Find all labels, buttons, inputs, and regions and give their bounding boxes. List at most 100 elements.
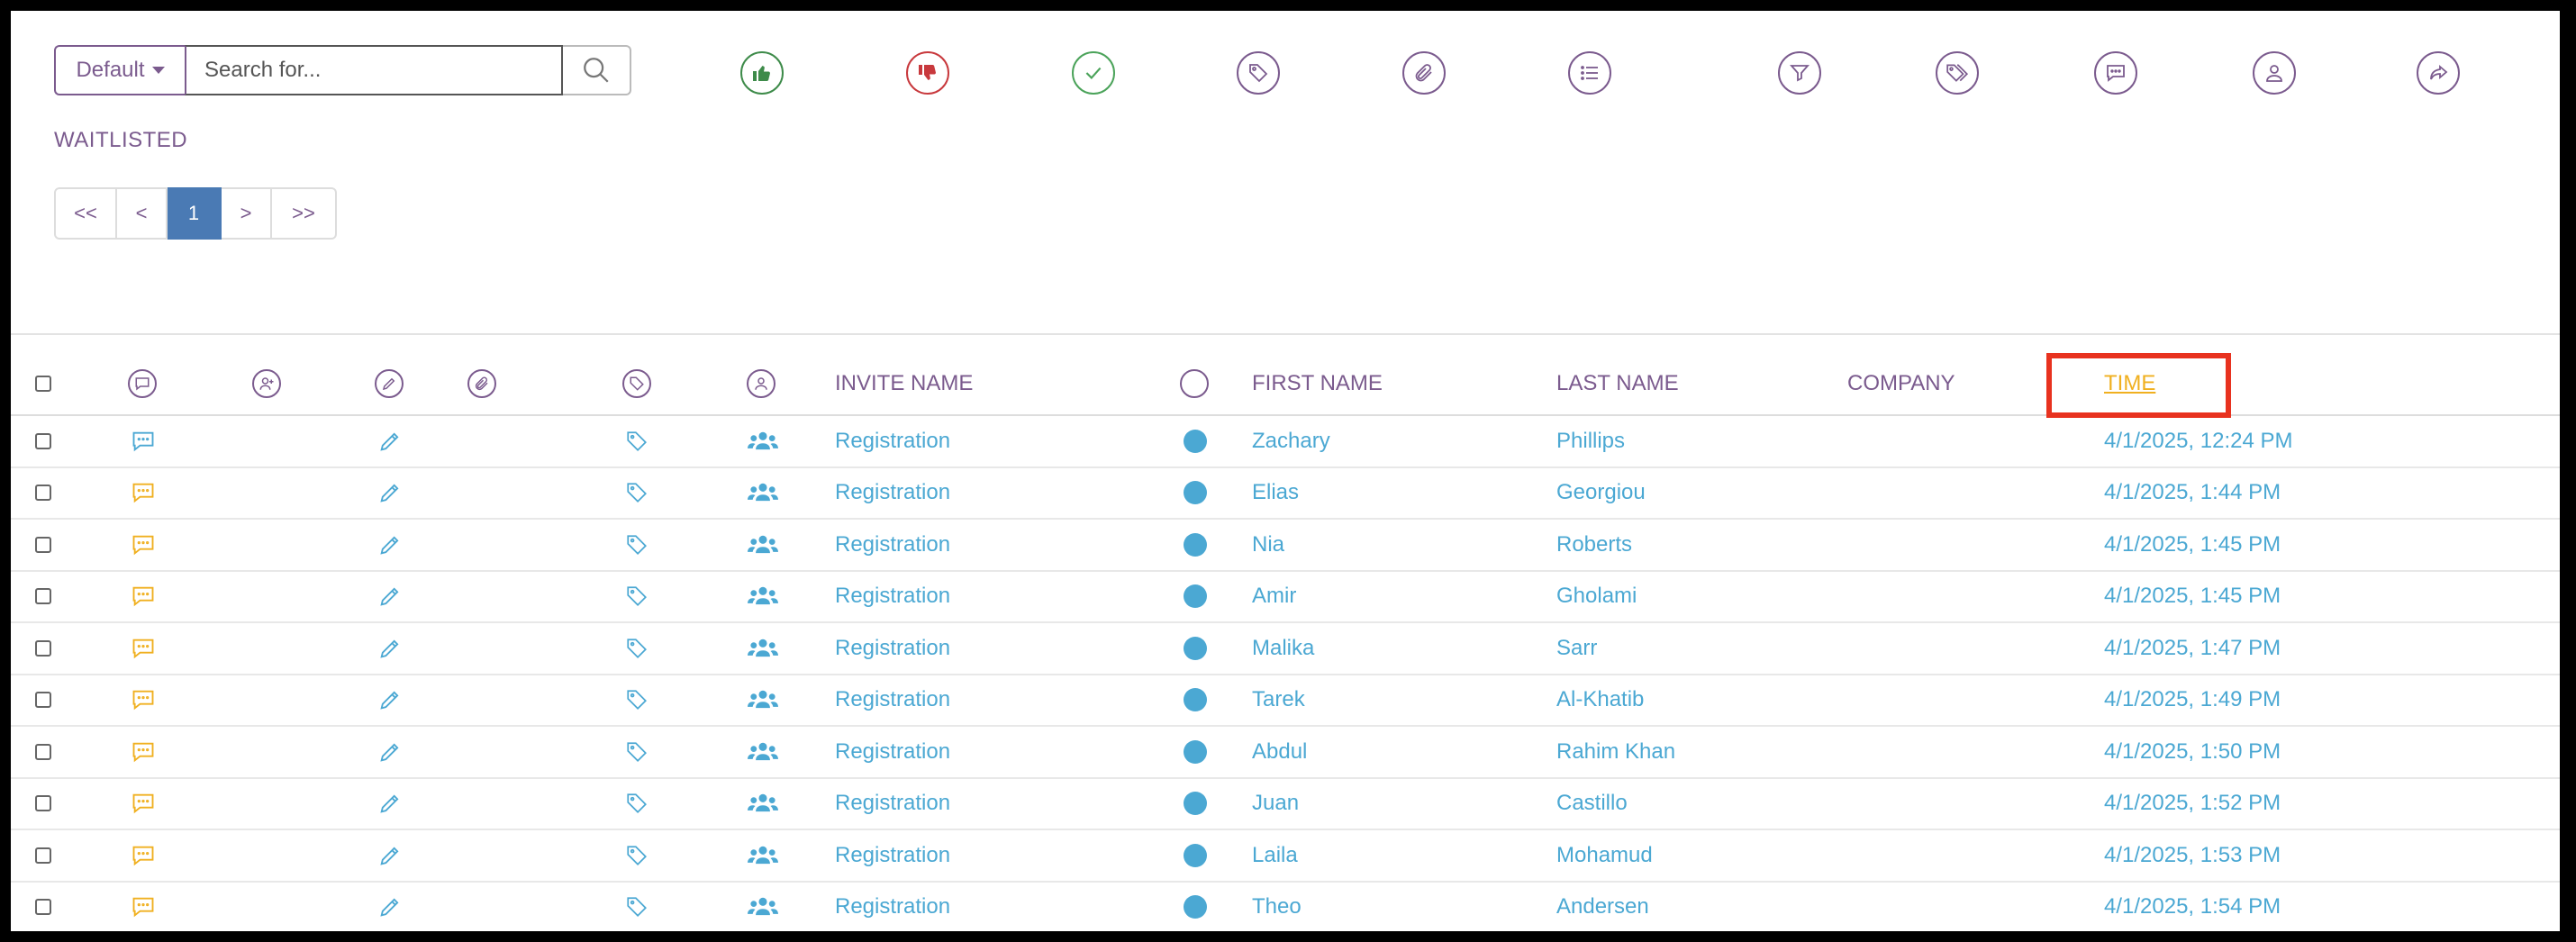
column-header-first-name[interactable]: FIRST NAME [1252, 371, 1383, 396]
last-name-link[interactable]: Rahim Khan [1556, 739, 1675, 765]
edit-pencil-icon[interactable] [377, 894, 403, 919]
group-users-icon[interactable] [748, 791, 778, 816]
last-name-link[interactable]: Andersen [1556, 894, 1649, 919]
edit-pencil-icon[interactable] [377, 480, 403, 505]
table-row[interactable]: Registration Nia Roberts 4/1/2025, 1:45 PM [11, 520, 2560, 572]
search-button[interactable] [563, 45, 631, 95]
group-users-icon[interactable] [748, 894, 778, 919]
table-row[interactable]: Registration Malika Sarr 4/1/2025, 1:47 PM [11, 623, 2560, 675]
first-name-link[interactable]: Amir [1252, 584, 1296, 609]
column-header-last-name[interactable]: LAST NAME [1556, 371, 1679, 396]
edit-pencil-icon[interactable] [377, 739, 403, 765]
first-name-link[interactable]: Elias [1252, 480, 1299, 505]
invite-name-link[interactable]: Registration [835, 791, 950, 816]
invite-name-link[interactable]: Registration [835, 739, 950, 765]
filter-icon[interactable] [1778, 51, 1821, 95]
edit-pencil-icon[interactable] [377, 843, 403, 868]
thumbs-down-icon[interactable] [906, 51, 949, 95]
edit-pencil-icon[interactable] [377, 584, 403, 609]
row-checkbox[interactable] [35, 639, 51, 657]
time-link[interactable]: 4/1/2025, 1:49 PM [2104, 687, 2281, 712]
tag-icon[interactable] [625, 792, 649, 815]
table-row[interactable]: Registration Theo Andersen 4/1/2025, 1:54 P… [11, 883, 2560, 932]
paperclip-icon[interactable] [1402, 51, 1446, 95]
edit-pencil-icon[interactable] [377, 532, 403, 557]
group-users-icon[interactable] [748, 532, 778, 557]
edit-pencil-icon[interactable] [377, 687, 403, 712]
comment-icon[interactable] [2094, 51, 2137, 95]
check-icon[interactable] [1072, 51, 1115, 95]
group-users-icon[interactable] [748, 843, 778, 868]
edit-pencil-icon[interactable] [377, 791, 403, 816]
table-row[interactable]: Registration Laila Mohamud 4/1/2025, 1:53 P… [11, 830, 2560, 883]
page-current-button[interactable]: 1 [168, 187, 222, 240]
edit-pencil-icon[interactable] [377, 636, 403, 661]
comment-icon[interactable] [131, 687, 156, 712]
comment-icon[interactable] [131, 791, 156, 816]
search-input[interactable] [185, 45, 563, 95]
invite-name-link[interactable]: Registration [835, 687, 950, 712]
last-name-link[interactable]: Roberts [1556, 532, 1632, 557]
comment-icon[interactable] [131, 636, 156, 661]
time-link[interactable]: 4/1/2025, 1:52 PM [2104, 791, 2281, 816]
comment-icon[interactable] [131, 843, 156, 868]
last-name-link[interactable]: Sarr [1556, 636, 1597, 661]
comment-icon[interactable] [131, 480, 156, 505]
row-checkbox[interactable] [35, 795, 51, 812]
user-icon[interactable] [2253, 51, 2296, 95]
first-name-link[interactable]: Malika [1252, 636, 1314, 661]
comment-icon[interactable] [131, 584, 156, 609]
group-users-icon[interactable] [748, 636, 778, 661]
tag-icon[interactable] [625, 584, 649, 608]
page-prev-button[interactable]: < [117, 187, 168, 240]
table-row[interactable]: Registration Abdul Rahim Khan 4/1/2025, 1:5… [11, 727, 2560, 779]
last-name-link[interactable]: Phillips [1556, 429, 1625, 454]
tag-icon[interactable] [625, 430, 649, 453]
column-header-invite-name[interactable]: INVITE NAME [835, 371, 973, 396]
list-icon[interactable] [1568, 51, 1611, 95]
last-name-link[interactable]: Castillo [1556, 791, 1628, 816]
tag-icon[interactable] [625, 844, 649, 867]
tag-icon[interactable] [1237, 51, 1280, 95]
tag-icon[interactable] [625, 688, 649, 711]
edit-pencil-icon[interactable] [377, 429, 403, 454]
tag-icon[interactable] [625, 533, 649, 557]
comment-icon[interactable] [131, 894, 156, 919]
row-checkbox[interactable] [35, 847, 51, 864]
time-link[interactable]: 4/1/2025, 12:24 PM [2104, 429, 2292, 454]
comment-icon[interactable] [131, 739, 156, 765]
time-link[interactable]: 4/1/2025, 1:47 PM [2104, 636, 2281, 661]
attachment-column-icon[interactable] [467, 369, 496, 398]
tag-column-icon[interactable] [622, 369, 651, 398]
comment-icon[interactable] [131, 429, 156, 454]
last-name-link[interactable]: Gholami [1556, 584, 1637, 609]
group-users-icon[interactable] [748, 429, 778, 454]
invite-name-link[interactable]: Registration [835, 532, 950, 557]
row-checkbox[interactable] [35, 485, 51, 502]
group-users-icon[interactable] [748, 739, 778, 765]
page-first-button[interactable]: << [54, 187, 117, 240]
time-link[interactable]: 4/1/2025, 1:45 PM [2104, 584, 2281, 609]
first-name-link[interactable]: Laila [1252, 843, 1298, 868]
group-users-icon[interactable] [748, 687, 778, 712]
row-checkbox[interactable] [35, 899, 51, 916]
time-link[interactable]: 4/1/2025, 1:53 PM [2104, 843, 2281, 868]
table-row[interactable]: Registration Tarek Al-Khatib 4/1/2025, 1:49… [11, 675, 2560, 727]
tag-icon[interactable] [625, 481, 649, 504]
tag-icon[interactable] [625, 895, 649, 919]
last-name-link[interactable]: Georgiou [1556, 480, 1646, 505]
thumbs-up-icon[interactable] [740, 51, 784, 95]
page-last-button[interactable]: >> [272, 187, 337, 240]
column-header-time[interactable]: TIME [2104, 371, 2155, 396]
table-row[interactable]: Registration Elias Georgiou 4/1/2025, 1:44 … [11, 468, 2560, 520]
row-checkbox[interactable] [35, 743, 51, 760]
invite-name-link[interactable]: Registration [835, 584, 950, 609]
share-icon[interactable] [2417, 51, 2460, 95]
column-header-company[interactable]: COMPANY [1847, 371, 1955, 396]
first-name-link[interactable]: Tarek [1252, 687, 1305, 712]
time-link[interactable]: 4/1/2025, 1:44 PM [2104, 480, 2281, 505]
tag-icon[interactable] [625, 740, 649, 764]
invite-name-link[interactable]: Registration [835, 894, 950, 919]
time-link[interactable]: 4/1/2025, 1:50 PM [2104, 739, 2281, 765]
invite-name-link[interactable]: Registration [835, 636, 950, 661]
